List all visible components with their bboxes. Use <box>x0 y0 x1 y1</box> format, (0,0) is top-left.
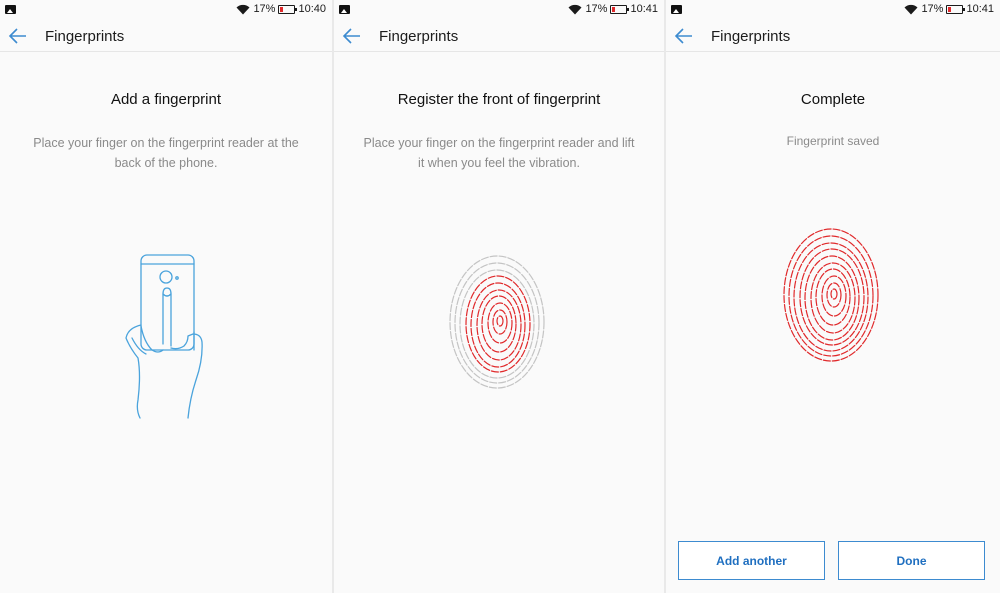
image-notification-icon <box>671 5 682 14</box>
battery-icon <box>610 4 630 14</box>
screen-add-fingerprint: 17% 10:40 Fingerprints Add a fingerprint… <box>0 0 332 593</box>
page-title: Fingerprints <box>379 28 459 45</box>
status-bar: 17% 10:41 <box>666 0 1000 20</box>
fingerprint-illustration <box>449 255 545 389</box>
image-notification-icon <box>5 5 16 14</box>
status-bar: 17% 10:40 <box>0 0 332 20</box>
wifi-icon <box>568 4 582 14</box>
step-description: Place your finger on the fingerprint rea… <box>33 136 299 170</box>
battery-percent: 17% <box>253 3 276 15</box>
step-heading: Register the front of fingerprint <box>397 91 601 108</box>
back-arrow-icon[interactable] <box>8 27 28 45</box>
back-arrow-icon[interactable] <box>674 27 694 45</box>
step-heading: Add a fingerprint <box>110 91 222 108</box>
page-title: Fingerprints <box>45 28 125 45</box>
back-arrow-icon[interactable] <box>342 27 362 45</box>
clock: 10:41 <box>630 3 658 15</box>
add-another-button[interactable]: Add another <box>678 541 825 580</box>
fingerprint-complete-illustration <box>783 228 879 362</box>
battery-icon <box>278 4 298 14</box>
clock: 10:40 <box>298 3 326 15</box>
image-notification-icon <box>339 5 350 14</box>
battery-icon <box>946 4 966 14</box>
battery-percent: 17% <box>921 3 944 15</box>
clock: 10:41 <box>966 3 994 15</box>
step-heading: Complete <box>800 91 866 108</box>
title-bar: Fingerprints <box>0 20 332 52</box>
battery-percent: 17% <box>585 3 608 15</box>
title-bar: Fingerprints <box>666 20 1000 52</box>
status-message: Fingerprint saved <box>786 134 880 148</box>
done-button[interactable]: Done <box>838 541 985 580</box>
wifi-icon <box>904 4 918 14</box>
status-bar: 17% 10:41 <box>334 0 664 20</box>
page-title: Fingerprints <box>711 28 791 45</box>
title-bar: Fingerprints <box>334 20 664 52</box>
screen-complete: 17% 10:41 Fingerprints Complete Fingerpr… <box>666 0 1000 593</box>
wifi-icon <box>236 4 250 14</box>
screen-register-front: 17% 10:41 Fingerprints Register the fron… <box>334 0 664 593</box>
step-description: Place your finger on the fingerprint rea… <box>363 136 635 170</box>
phone-hand-illustration <box>125 254 203 419</box>
